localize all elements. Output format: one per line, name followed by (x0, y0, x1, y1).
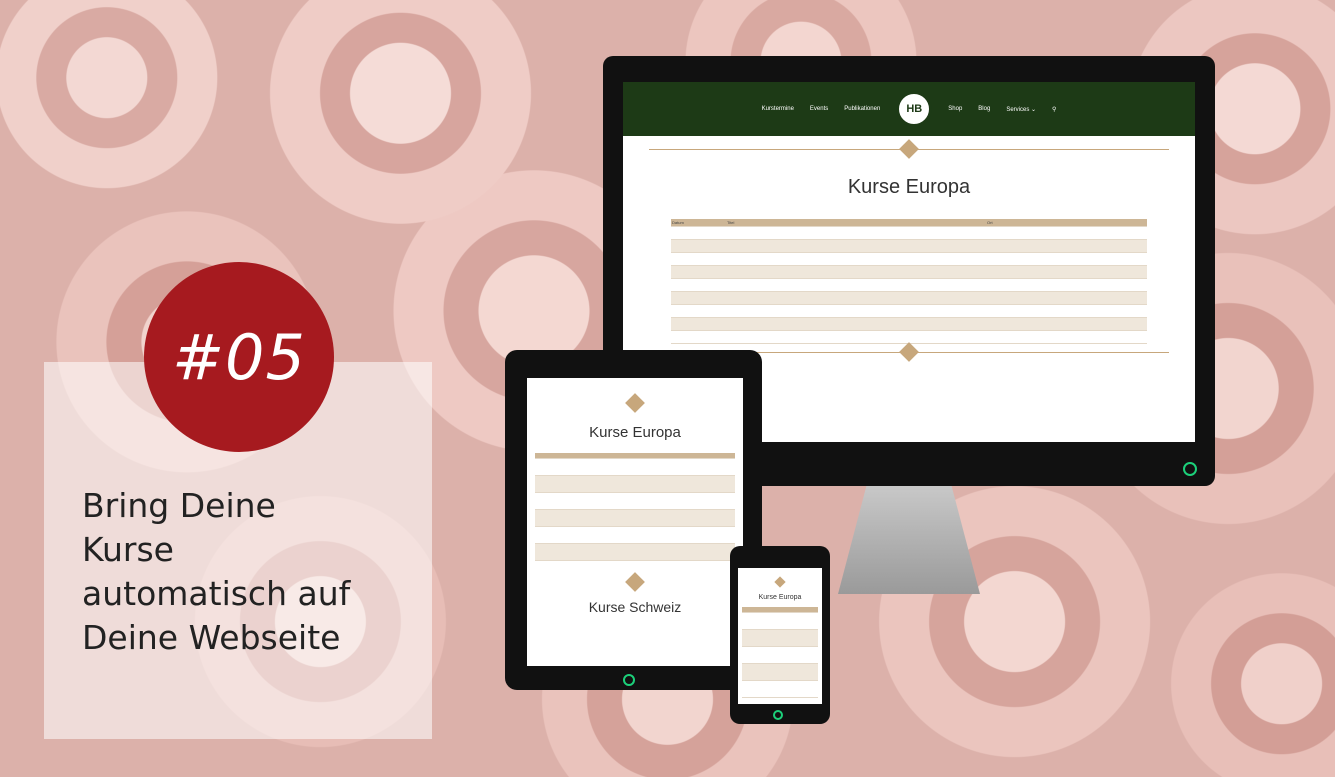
course-table: Datum Titel Ort (671, 219, 1147, 344)
nav-item-events[interactable]: Events (810, 106, 828, 112)
table-row[interactable] (535, 510, 735, 527)
table-row[interactable] (742, 630, 818, 647)
table-row[interactable] (742, 664, 818, 681)
badge-number: #05 (172, 320, 306, 394)
table-row[interactable] (671, 305, 1147, 318)
table-row[interactable] (535, 544, 735, 561)
phone-section-title: Kurse Europa (758, 594, 802, 601)
table-row[interactable] (671, 240, 1147, 253)
table-row[interactable] (535, 493, 735, 510)
divider-diamond-icon (625, 393, 645, 413)
power-icon (1183, 462, 1197, 476)
phone-screen: Kurse Europa (738, 568, 822, 704)
table-row[interactable] (671, 227, 1147, 240)
table-row[interactable] (535, 527, 735, 544)
nav-item-publikationen[interactable]: Publikationen (844, 106, 880, 112)
section-title: Kurse Europa (847, 176, 971, 198)
divider-diamond-icon (899, 139, 919, 159)
divider-diamond-icon (625, 572, 645, 592)
headline-line-1: Bring Deine (82, 486, 276, 525)
power-icon (623, 674, 635, 686)
tablet-device: Kurse Europa Kurse Schweiz (505, 350, 762, 690)
site-logo[interactable]: HB (896, 91, 933, 127)
table-row[interactable] (535, 476, 735, 493)
table-row[interactable] (671, 279, 1147, 292)
phone-course-table (742, 607, 818, 698)
phone-device: Kurse Europa (730, 546, 830, 724)
headline-line-4: Deine Webseite (82, 618, 341, 657)
tablet-course-table (535, 453, 735, 561)
table-row[interactable] (671, 253, 1147, 266)
top-divider (623, 139, 1195, 159)
episode-badge: #05 (144, 262, 334, 452)
divider-diamond-icon (774, 576, 786, 588)
search-icon[interactable]: ⚲ (1052, 106, 1056, 113)
site-navigation: Kurstermine Events Publikationen HB Shop… (623, 82, 1195, 136)
tablet-screen: Kurse Europa Kurse Schweiz (527, 378, 743, 666)
headline-line-3: automatisch auf (82, 574, 351, 613)
table-row[interactable] (742, 681, 818, 698)
table-row[interactable] (742, 613, 818, 630)
table-row[interactable] (535, 459, 735, 476)
headline: Bring Deine Kurse automatisch auf Deine … (82, 484, 422, 660)
nav-item-kurstermine[interactable]: Kurstermine (762, 106, 794, 112)
nav-item-shop[interactable]: Shop (948, 106, 962, 112)
tablet-section-title-2: Kurse Schweiz (588, 599, 682, 615)
table-row[interactable] (742, 647, 818, 664)
power-icon (773, 710, 783, 720)
table-row[interactable] (671, 266, 1147, 279)
headline-line-2: Kurse (82, 530, 174, 569)
nav-item-blog[interactable]: Blog (978, 106, 990, 112)
divider-diamond-icon (899, 342, 919, 362)
table-header: Datum Titel Ort (671, 219, 1147, 227)
table-row[interactable] (671, 292, 1147, 305)
nav-item-services[interactable]: Services ⌄ (1006, 106, 1036, 113)
table-row[interactable] (671, 318, 1147, 331)
tablet-section-title: Kurse Europa (589, 424, 681, 441)
